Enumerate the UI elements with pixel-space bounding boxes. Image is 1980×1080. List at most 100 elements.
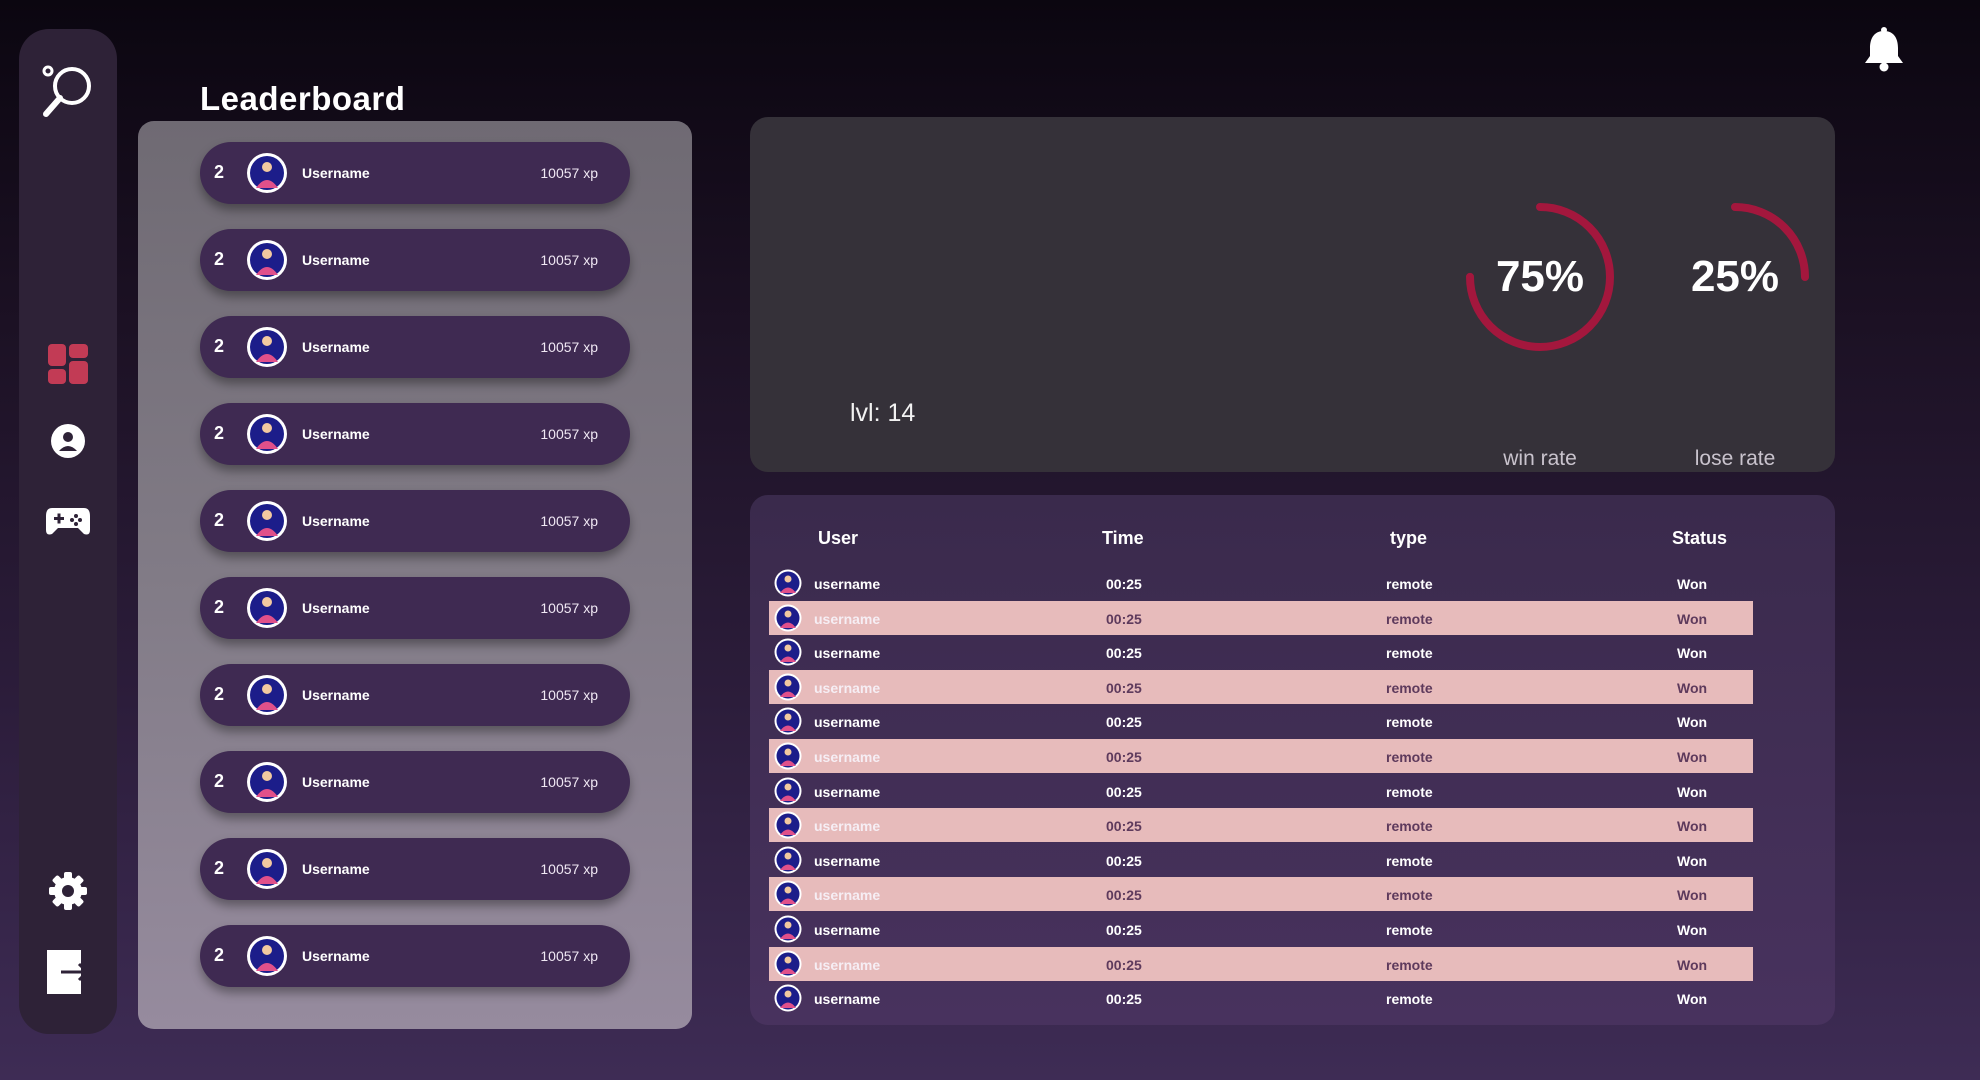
leaderboard-panel: 2 Username 10057 xp 2 Username 10057 xp … [138, 121, 692, 1029]
xp-value: 10057 xp [540, 252, 598, 268]
rank: 2 [214, 684, 225, 704]
username: Username [302, 252, 370, 268]
row-username: username [814, 679, 881, 696]
leaderboard-item[interactable]: 2 Username 10057 xp [200, 925, 630, 987]
lose-rate-label: lose rate [1694, 447, 1776, 470]
username: Username [302, 513, 370, 529]
leaderboard-item[interactable]: 2 Username 10057 xp [200, 142, 630, 204]
row-type: remote [1386, 749, 1433, 765]
leaderboard-item[interactable]: 2 Username 10057 xp [200, 577, 630, 639]
gamepad-icon[interactable] [46, 502, 90, 538]
rank: 2 [214, 510, 225, 530]
rank: 2 [214, 945, 225, 965]
win-rate-value: 75% [1495, 252, 1585, 301]
ping-pong-logo-icon[interactable] [38, 62, 98, 122]
leaderboard-item[interactable]: 2 Username 10057 xp [200, 664, 630, 726]
avatar [774, 880, 802, 908]
leaderboard-item[interactable]: 2 Username 10057 xp [200, 751, 630, 813]
avatar [774, 950, 802, 978]
xp-value: 10057 xp [540, 165, 598, 181]
row-status: Won [1677, 956, 1708, 973]
avatar [774, 638, 802, 666]
xp-value: 10057 xp [540, 687, 598, 703]
row-username: username [814, 887, 881, 904]
notification-bell-icon[interactable] [1862, 26, 1906, 72]
column-header-type: type [1390, 528, 1428, 548]
row-type: remote [1386, 714, 1433, 731]
row-status: Won [1677, 991, 1708, 1008]
table-row[interactable]: username 00:25 remote Won [769, 669, 1753, 704]
avatar [247, 936, 287, 976]
leaderboard-item[interactable]: 2 Username 10057 xp [200, 403, 630, 465]
avatar [774, 742, 802, 770]
leaderboard-item[interactable]: 2 Username 10057 xp [200, 490, 630, 552]
match-history-table: User Time type Status username 00:25 remot… [750, 495, 1835, 1025]
avatar [247, 501, 287, 541]
row-type: remote [1386, 783, 1433, 800]
row-type: remote [1386, 610, 1433, 627]
row-type: remote [1386, 645, 1433, 662]
username: Username [302, 426, 370, 442]
logout-icon[interactable] [47, 950, 89, 994]
username: Username [302, 861, 370, 877]
row-time: 00:25 [1106, 956, 1142, 973]
profile-icon[interactable] [50, 423, 86, 459]
table-row[interactable]: username 00:25 remote Won [769, 912, 1753, 946]
row-type: remote [1386, 818, 1433, 835]
row-time: 00:25 [1106, 922, 1142, 938]
xp-value: 10057 xp [540, 948, 598, 964]
leaderboard-item[interactable]: 2 Username 10057 xp [200, 838, 630, 900]
table-row[interactable]: username 00:25 remote Won [769, 739, 1753, 773]
row-username: username [814, 922, 881, 938]
table-row[interactable]: username 00:25 remote Won [769, 877, 1753, 912]
username: Username [302, 339, 370, 355]
table-row[interactable]: username 00:25 remote Won [769, 946, 1753, 981]
row-status: Won [1677, 818, 1708, 835]
row-status: Won [1677, 714, 1708, 731]
row-username: username [814, 576, 881, 592]
avatar [774, 569, 802, 597]
rank: 2 [214, 336, 225, 356]
table-row[interactable]: username 00:25 remote Won [769, 843, 1753, 877]
row-status: Won [1677, 852, 1708, 869]
avatar [774, 673, 802, 701]
table-row[interactable]: username 00:25 remote Won [769, 981, 1753, 1015]
row-username: username [814, 714, 881, 731]
table-row[interactable]: username 00:25 remote Won [769, 808, 1753, 843]
row-username: username [814, 783, 881, 800]
row-username: username [814, 818, 881, 835]
table-row[interactable]: username 00:25 remote Won [769, 774, 1753, 808]
xp-value: 10057 xp [540, 861, 598, 877]
avatar [774, 811, 802, 839]
column-header-status: Status [1672, 528, 1728, 548]
row-status: Won [1677, 783, 1708, 800]
rank: 2 [214, 858, 225, 878]
lose-rate-value: 25% [1690, 252, 1780, 301]
row-time: 00:25 [1106, 783, 1142, 800]
username: Username [302, 774, 370, 790]
table-row[interactable]: username 00:25 remote Won [769, 635, 1753, 669]
row-time: 00:25 [1106, 645, 1142, 662]
row-time: 00:25 [1106, 610, 1142, 627]
settings-icon[interactable] [48, 871, 88, 911]
row-type: remote [1386, 576, 1433, 592]
table-row[interactable]: username 00:25 remote Won [769, 600, 1753, 635]
avatar [247, 240, 287, 280]
dashboard-icon[interactable] [48, 344, 88, 384]
column-header-time: Time [1102, 528, 1144, 548]
row-username: username [814, 645, 881, 662]
table-row[interactable]: username 00:25 remote Won [769, 566, 1753, 600]
table-row[interactable]: username 00:25 remote Won [769, 704, 1753, 738]
row-time: 00:25 [1106, 852, 1142, 869]
leaderboard-item[interactable]: 2 Username 10057 xp [200, 229, 630, 291]
row-type: remote [1386, 852, 1433, 869]
win-rate-gauge: 75% win rate [1460, 197, 1620, 470]
sidebar [19, 29, 117, 1034]
row-status: Won [1677, 610, 1708, 627]
avatar [774, 984, 802, 1012]
xp-value: 10057 xp [540, 774, 598, 790]
rank: 2 [214, 597, 225, 617]
leaderboard-item[interactable]: 2 Username 10057 xp [200, 316, 630, 378]
row-type: remote [1386, 956, 1433, 973]
avatar [247, 327, 287, 367]
